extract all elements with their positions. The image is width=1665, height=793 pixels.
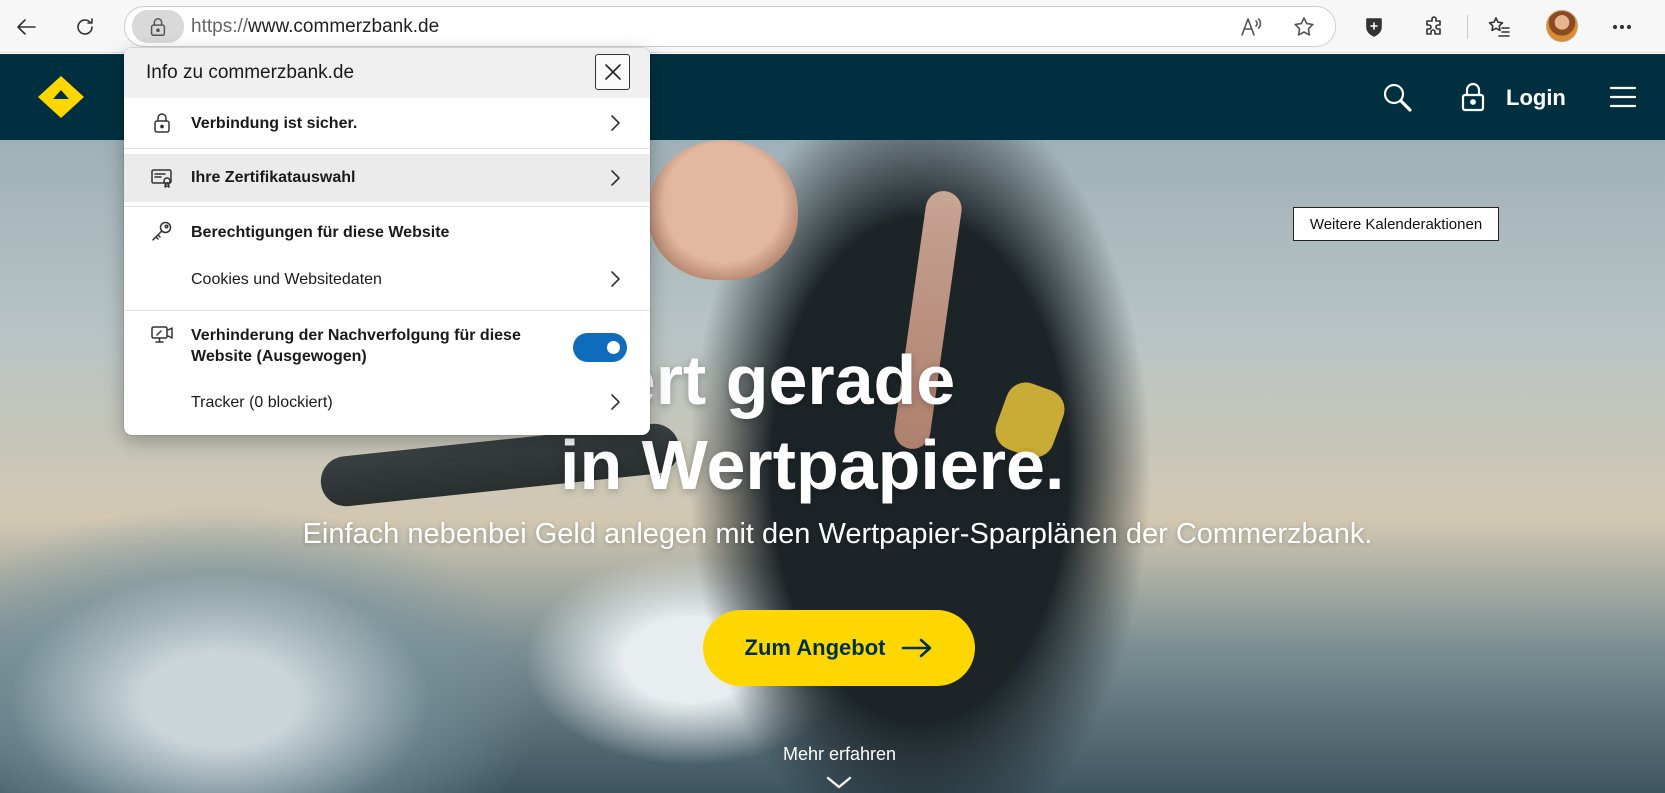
close-icon [604, 64, 621, 80]
key-icon [152, 221, 172, 241]
arrow-left-icon [17, 19, 36, 35]
key-icon-wrap [149, 218, 175, 244]
certificate-icon-wrap [149, 165, 175, 191]
lock-icon [1461, 82, 1485, 112]
hero-image-person [648, 140, 798, 280]
tracker-label: Tracker (0 blockiert) [191, 394, 333, 411]
avatar[interactable] [1546, 10, 1578, 42]
refresh-button[interactable] [66, 8, 104, 46]
lock-icon-wrap [149, 110, 175, 136]
login-lock-icon[interactable] [1455, 79, 1491, 115]
calendar-actions-button[interactable]: Weitere Kalenderaktionen [1293, 207, 1499, 241]
puzzle-icon [1426, 16, 1441, 35]
cookies-label: Cookies und Websitedaten [191, 271, 382, 288]
browser-essentials-button[interactable] [1355, 8, 1393, 46]
favorite-button[interactable] [1289, 12, 1319, 42]
address-bar[interactable]: https://www.commerzbank.de [124, 6, 1336, 47]
site-info-button[interactable] [132, 10, 184, 43]
chevron-right-icon [608, 113, 622, 133]
hamburger-menu-icon [1609, 86, 1637, 108]
flyout-header: Info zu commerzbank.de [124, 48, 650, 98]
cookies-row[interactable]: Cookies und Websitedaten [124, 257, 650, 303]
favorites-list-icon [1488, 17, 1510, 37]
toolbar-separator [1467, 15, 1468, 39]
tracking-prevention-row: Verhinderung der Nachverfolgung für dies… [124, 311, 650, 377]
more-dots-icon [1612, 24, 1632, 30]
tracking-prevention-label: Verhinderung der Nachverfolgung für dies… [191, 325, 521, 367]
extensions-button[interactable] [1415, 8, 1453, 46]
certificate-icon [151, 169, 172, 188]
chevron-right-icon [608, 269, 622, 289]
favorites-button[interactable] [1480, 8, 1518, 46]
close-button[interactable] [595, 54, 630, 90]
tracking-icon-wrap [149, 322, 175, 348]
search-icon [1383, 83, 1412, 112]
tracking-label-line2: Website (Ausgewogen) [191, 348, 367, 365]
more-button[interactable] [1603, 8, 1641, 46]
tracking-label-line1: Verhinderung der Nachverfolgung für dies… [191, 327, 521, 344]
hero-title-line2: in Wertpapiere. [560, 426, 1065, 504]
cta-button[interactable]: Zum Angebot [703, 610, 975, 686]
more-chevron[interactable] [825, 774, 853, 790]
star-icon [1294, 17, 1314, 36]
read-aloud-icon [1241, 18, 1262, 36]
lock-icon [150, 17, 166, 36]
shield-icon [1366, 18, 1382, 37]
more-link[interactable]: Mehr erfahren [0, 742, 1665, 766]
connection-secure-row[interactable]: Verbindung ist sicher. [124, 98, 650, 148]
menu-button[interactable] [1605, 79, 1641, 115]
flyout-title: Info zu commerzbank.de [146, 62, 355, 83]
url-host: www.commerzbank.de [248, 16, 440, 37]
search-button[interactable] [1379, 79, 1415, 115]
hero-subtitle: Einfach nebenbei Geld anlegen mit den We… [302, 518, 1373, 550]
tracking-prevention-icon [151, 326, 173, 343]
tracker-row[interactable]: Tracker (0 blockiert) [124, 379, 650, 425]
permissions-label: Berechtigungen für diese Website [191, 224, 450, 241]
certificate-selection-label: Ihre Zertifikatauswahl [191, 169, 356, 186]
browser-toolbar: https://www.commerzbank.de [0, 0, 1665, 53]
chevron-down-icon [826, 776, 852, 789]
divider [124, 148, 650, 149]
connection-secure-label: Verbindung ist sicher. [191, 115, 358, 132]
permissions-header-row: Berechtigungen für diese Website [124, 207, 650, 257]
url-protocol: https:// [191, 16, 249, 37]
lock-icon [154, 113, 170, 133]
arrow-right-icon [902, 638, 932, 658]
login-link[interactable]: Login [1506, 81, 1566, 115]
tracking-prevention-toggle[interactable] [573, 333, 627, 362]
chevron-right-icon [608, 392, 622, 412]
url-text[interactable]: https://www.commerzbank.de [191, 7, 439, 46]
certificate-selection-row[interactable]: Ihre Zertifikatauswahl [124, 154, 650, 202]
cta-label: Zum Angebot [744, 635, 886, 660]
commerzbank-logo[interactable] [36, 74, 86, 120]
refresh-icon [77, 18, 93, 35]
site-info-flyout: Info zu commerzbank.de Verbindung ist si… [124, 48, 650, 435]
back-button[interactable] [8, 8, 46, 46]
chevron-right-icon [608, 168, 622, 188]
read-aloud-button[interactable] [1236, 12, 1266, 42]
